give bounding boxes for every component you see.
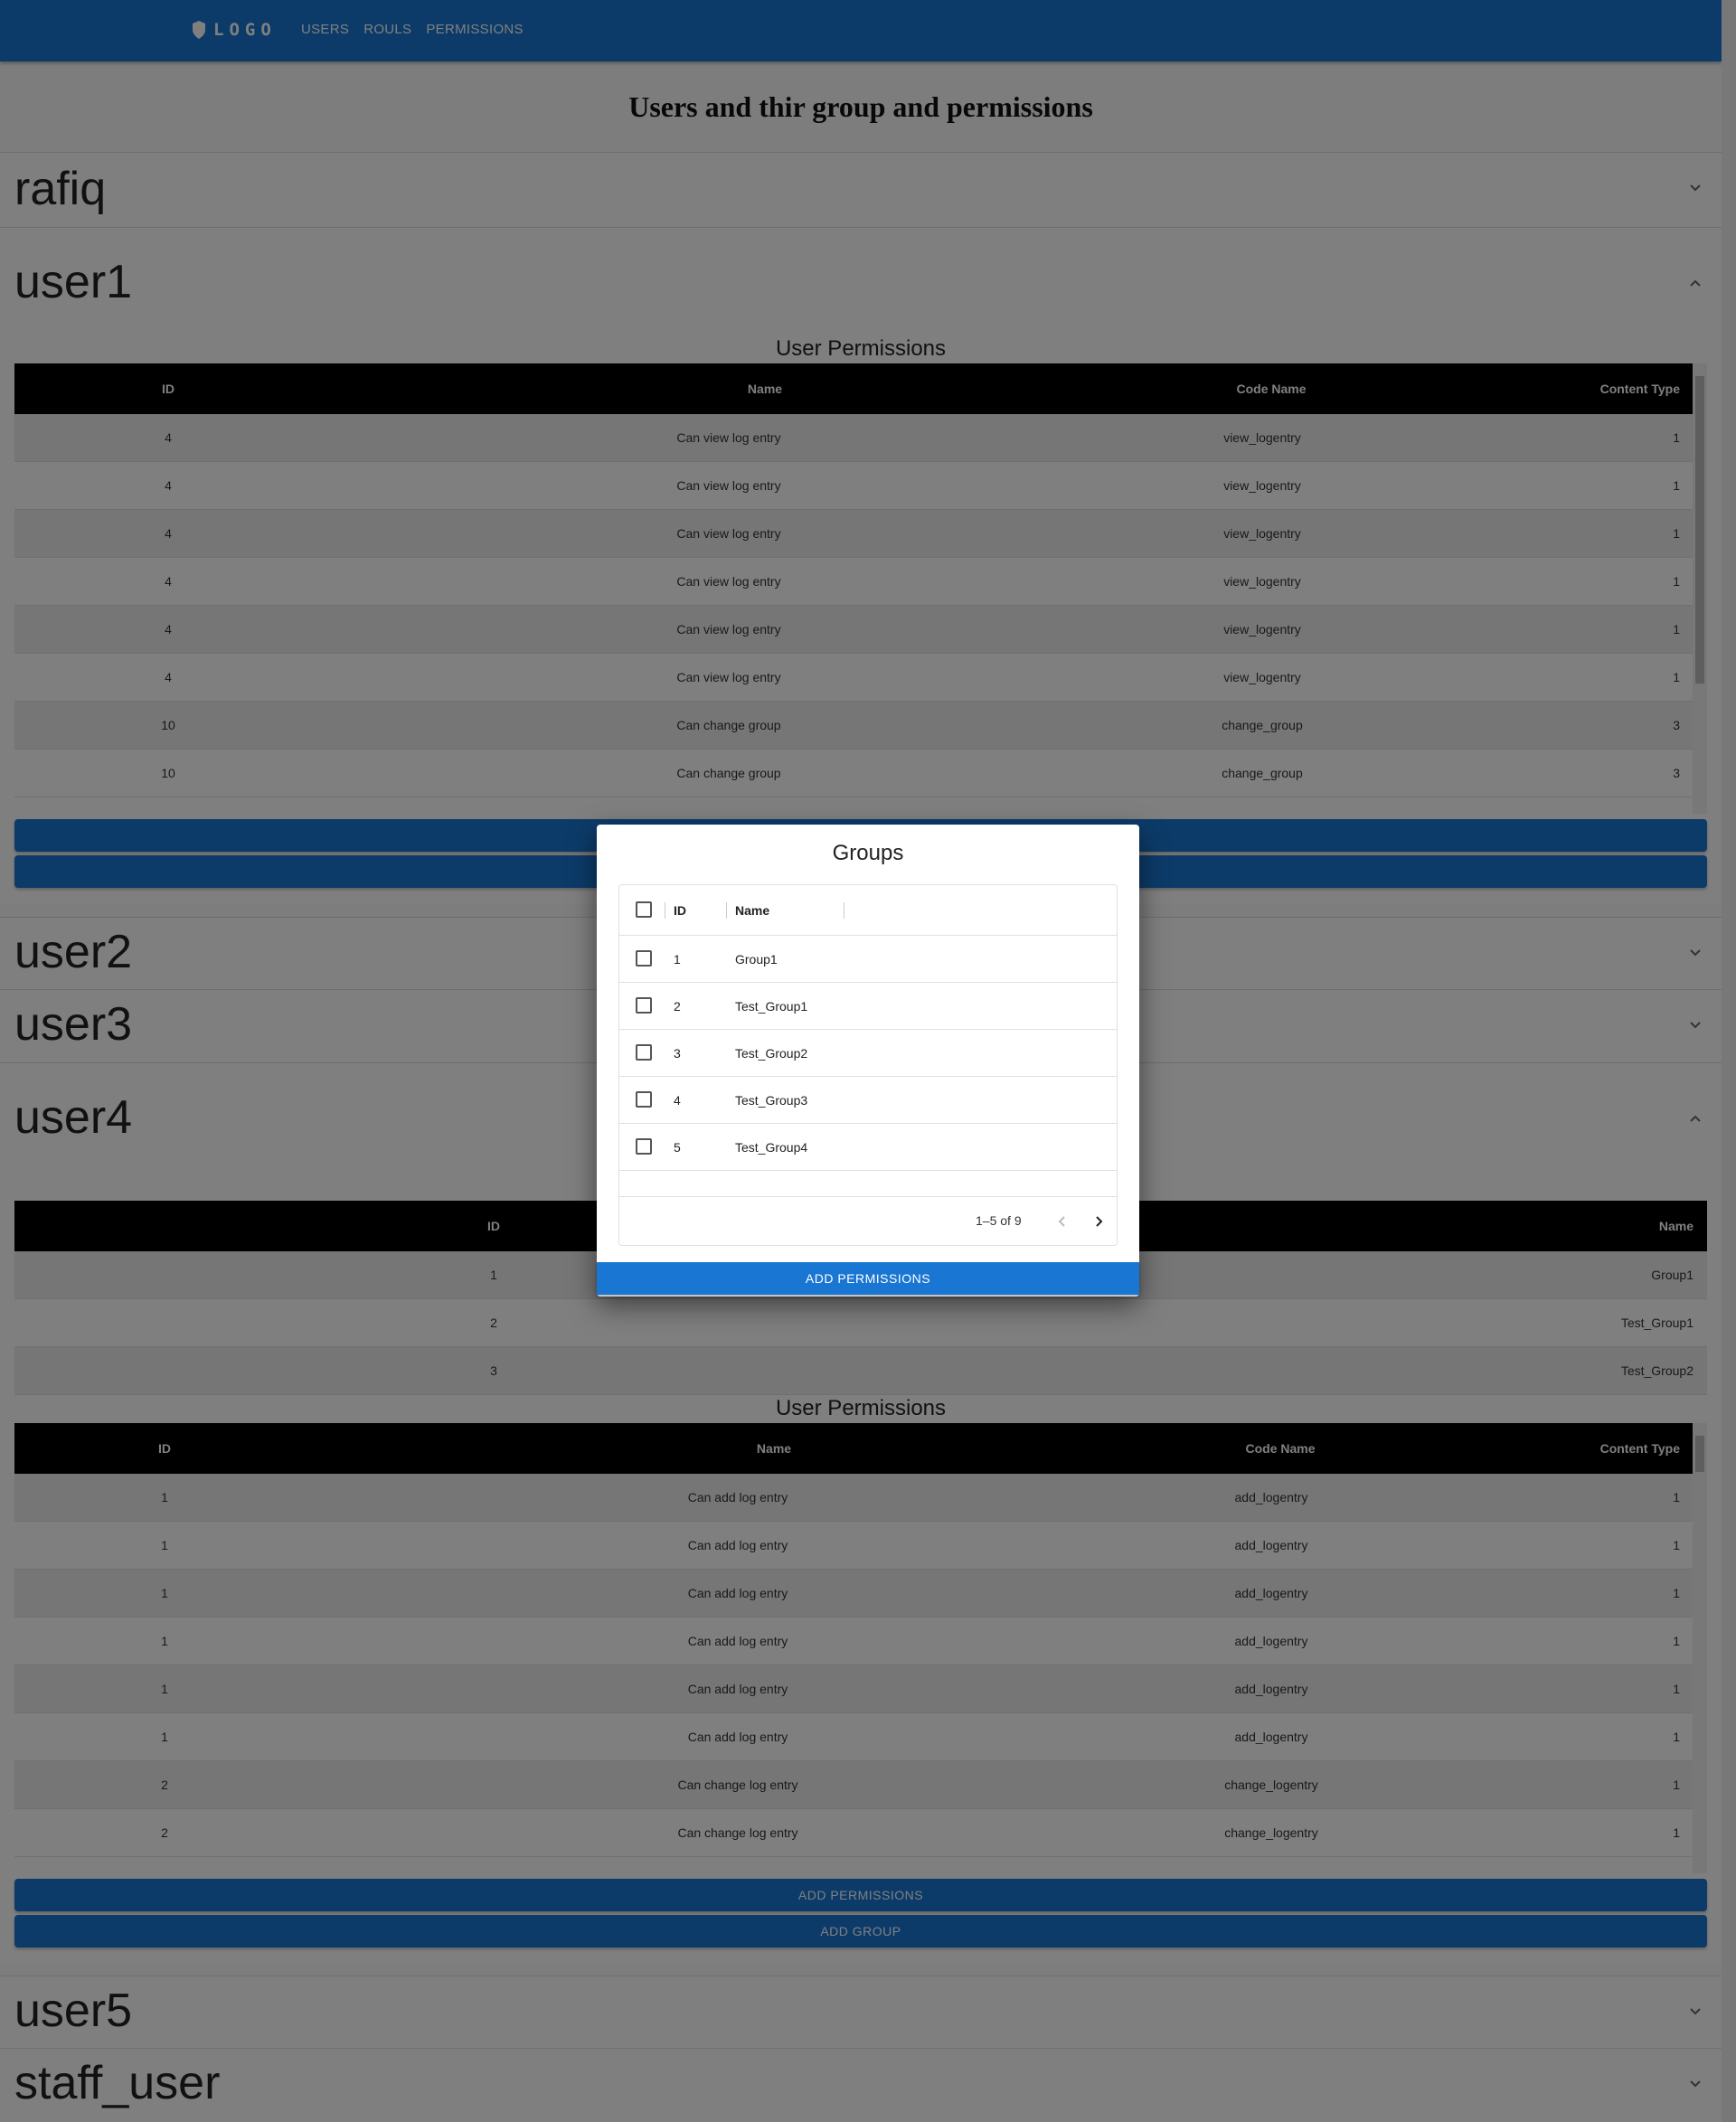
row-checkbox[interactable] <box>636 1091 652 1108</box>
grid-footer: 1–5 of 9 <box>619 1196 1117 1245</box>
dialog-title: Groups <box>832 841 904 865</box>
row-checkbox[interactable] <box>636 950 652 967</box>
row-checkbox[interactable] <box>636 1044 652 1061</box>
cell-name: Group1 <box>735 951 778 967</box>
grid-header: ID Name <box>619 885 1117 936</box>
row-checkbox[interactable] <box>636 997 652 1014</box>
grid-row[interactable]: 2 Test_Group1 <box>619 983 1117 1030</box>
cell-name: Test_Group2 <box>735 1045 808 1061</box>
cell-name: Test_Group1 <box>735 998 808 1014</box>
grid-row[interactable]: 5 Test_Group4 <box>619 1124 1117 1171</box>
column-separator[interactable] <box>726 902 727 919</box>
chevron-right-icon[interactable] <box>1093 1215 1104 1228</box>
cell-name: Test_Group4 <box>735 1139 808 1155</box>
chevron-left-icon[interactable] <box>1057 1215 1068 1228</box>
grid-row[interactable]: 1 Group1 <box>619 936 1117 983</box>
grid-row[interactable]: 4 Test_Group3 <box>619 1077 1117 1124</box>
cell-id: 5 <box>674 1139 681 1155</box>
cell-id: 2 <box>674 998 681 1014</box>
cell-id: 3 <box>674 1045 681 1061</box>
grid-row[interactable]: 3 Test_Group2 <box>619 1030 1117 1077</box>
groups-dialog: Groups ID Name 1 Group1 2 Test_Group1 3 Test_… <box>597 825 1139 1297</box>
cell-id: 1 <box>674 951 681 967</box>
cell-id: 4 <box>674 1092 681 1108</box>
select-all-checkbox[interactable] <box>636 901 652 918</box>
row-checkbox[interactable] <box>636 1138 652 1155</box>
cell-name: Test_Group3 <box>735 1092 808 1108</box>
groups-data-grid: ID Name 1 Group1 2 Test_Group1 3 Test_Group2 4… <box>618 884 1118 1246</box>
dialog-add-permissions-button[interactable]: ADD PERMISSIONS <box>597 1262 1139 1295</box>
col-name[interactable]: Name <box>735 885 769 935</box>
col-id[interactable]: ID <box>674 885 686 935</box>
pagination-label: 1–5 of 9 <box>976 1213 1022 1228</box>
